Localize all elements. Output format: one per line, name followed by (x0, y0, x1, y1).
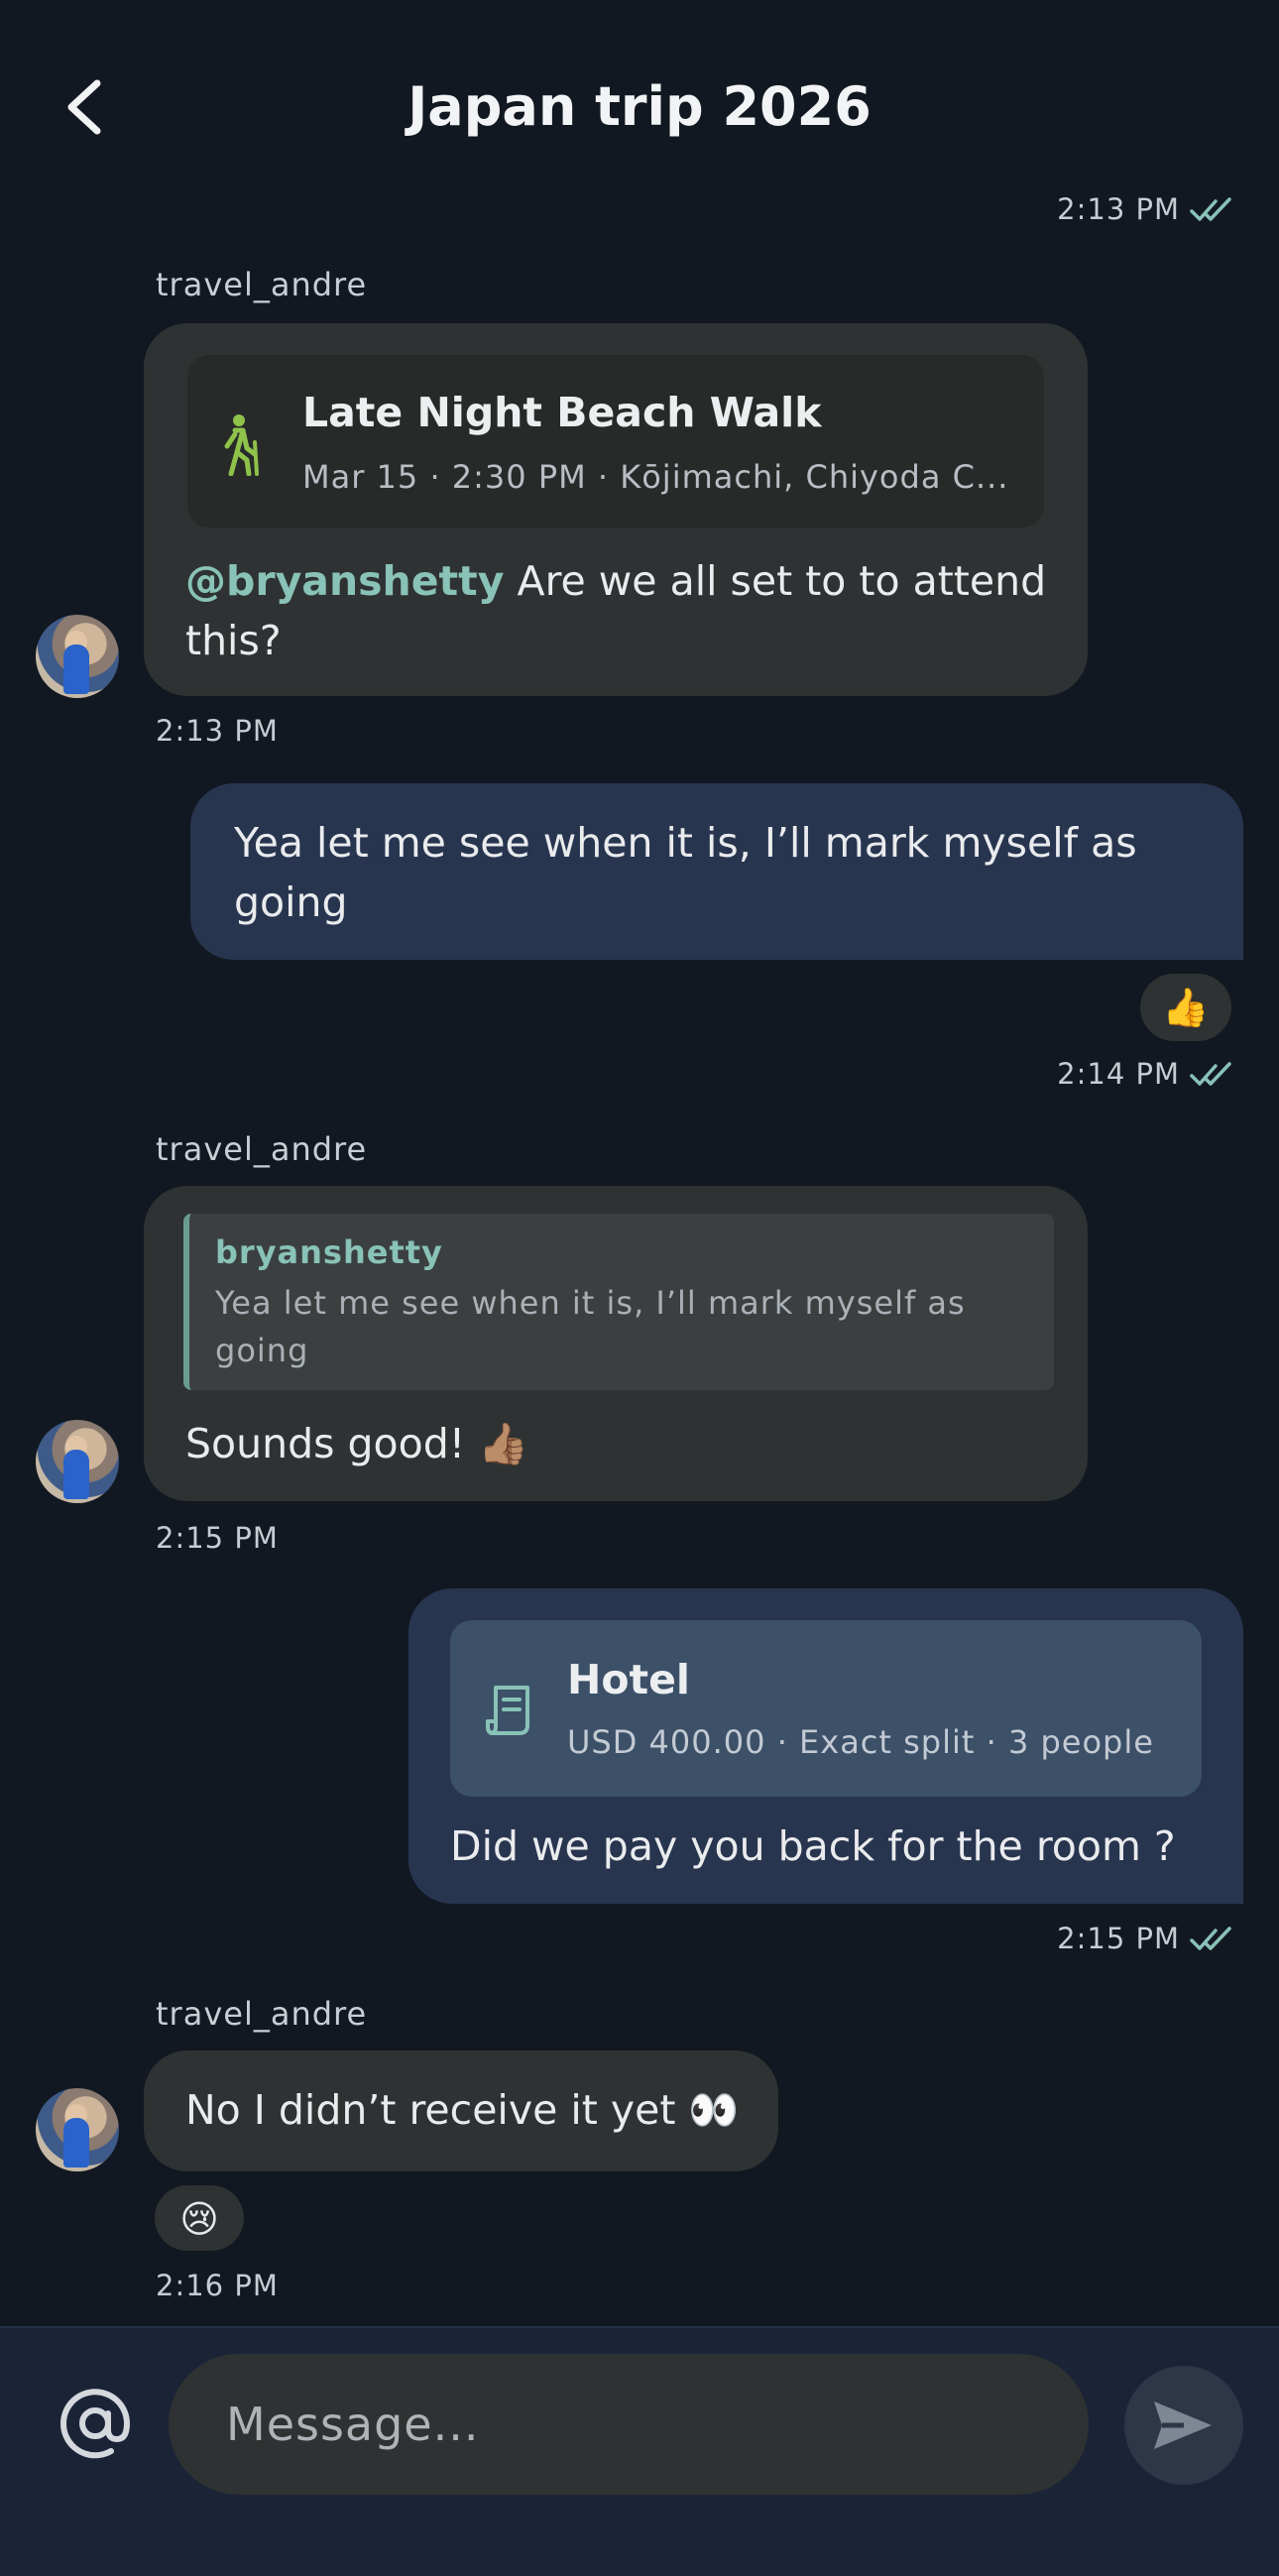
send-icon (1154, 2401, 1212, 2449)
avatar[interactable] (36, 1420, 119, 1503)
double-check-icon (1190, 1927, 1231, 1950)
sender-name: travel_andre (156, 266, 368, 303)
message-time: 2:13 PM (156, 714, 279, 748)
expense-details: USD 400.00 · Exact split · 3 people (567, 1723, 1154, 1761)
double-check-icon (1190, 197, 1231, 221)
event-title: Late Night Beach Walk (302, 389, 822, 436)
incoming-message-bubble[interactable]: No I didn’t receive it yet 👀 (144, 2050, 778, 2171)
receipt-icon (486, 1686, 529, 1735)
chat-title: Japan trip 2026 (407, 75, 872, 138)
sender-name: travel_andre (156, 1130, 368, 1168)
quoted-reply[interactable]: bryanshetty Yea let me see when it is, I… (183, 1214, 1054, 1390)
message-text: Yea let me see when it is, I’ll mark mys… (234, 819, 1137, 926)
message-text: No I didn’t receive it yet 👀 (185, 2086, 740, 2134)
message-time: 2:13 PM (1057, 192, 1180, 226)
outgoing-message-bubble[interactable]: Yea let me see when it is, I’ll mark mys… (190, 783, 1243, 960)
sender-name: travel_andre (156, 1995, 368, 2033)
message-input[interactable] (169, 2354, 1089, 2495)
avatar[interactable] (36, 2088, 119, 2171)
outgoing-message-bubble[interactable]: Hotel USD 400.00 · Exact split · 3 peopl… (408, 1588, 1243, 1904)
reaction-badge[interactable]: 👍 (1140, 974, 1231, 1041)
message-text: Sounds good! 👍🏽 (185, 1420, 529, 1467)
avatar[interactable] (36, 615, 119, 698)
reaction-badge[interactable]: 😢 (155, 2185, 244, 2251)
event-details: Mar 15 · 2:30 PM · Kōjimachi, Chiyoda C.… (302, 458, 1009, 496)
quoted-text: Yea let me see when it is, I’ll mark mys… (215, 1284, 966, 1369)
message-text: @bryanshetty Are we all set to to attend… (185, 551, 1048, 670)
expense-card[interactable]: Hotel USD 400.00 · Exact split · 3 peopl… (450, 1620, 1202, 1797)
expense-title: Hotel (567, 1656, 690, 1703)
double-check-icon (1190, 1062, 1231, 1086)
message-time: 2:15 PM (156, 1521, 279, 1555)
message-time: 2:14 PM (1057, 1057, 1180, 1091)
message-time: 2:16 PM (156, 2269, 279, 2302)
message-text: Did we pay you back for the room ? (450, 1822, 1176, 1870)
send-button[interactable] (1124, 2366, 1243, 2485)
incoming-message-bubble[interactable]: Late Night Beach Walk Mar 15 · 2:30 PM ·… (144, 323, 1088, 696)
quoted-sender: bryanshetty (215, 1233, 443, 1271)
at-sign-icon (60, 2389, 131, 2459)
user-mention[interactable]: @bryanshetty (185, 557, 504, 605)
incoming-message-bubble[interactable]: bryanshetty Yea let me see when it is, I… (144, 1186, 1088, 1501)
mention-button[interactable] (56, 2384, 135, 2463)
event-card[interactable]: Late Night Beach Walk Mar 15 · 2:30 PM ·… (187, 355, 1044, 527)
hiking-icon (224, 414, 259, 476)
message-time: 2:15 PM (1057, 1922, 1180, 1955)
